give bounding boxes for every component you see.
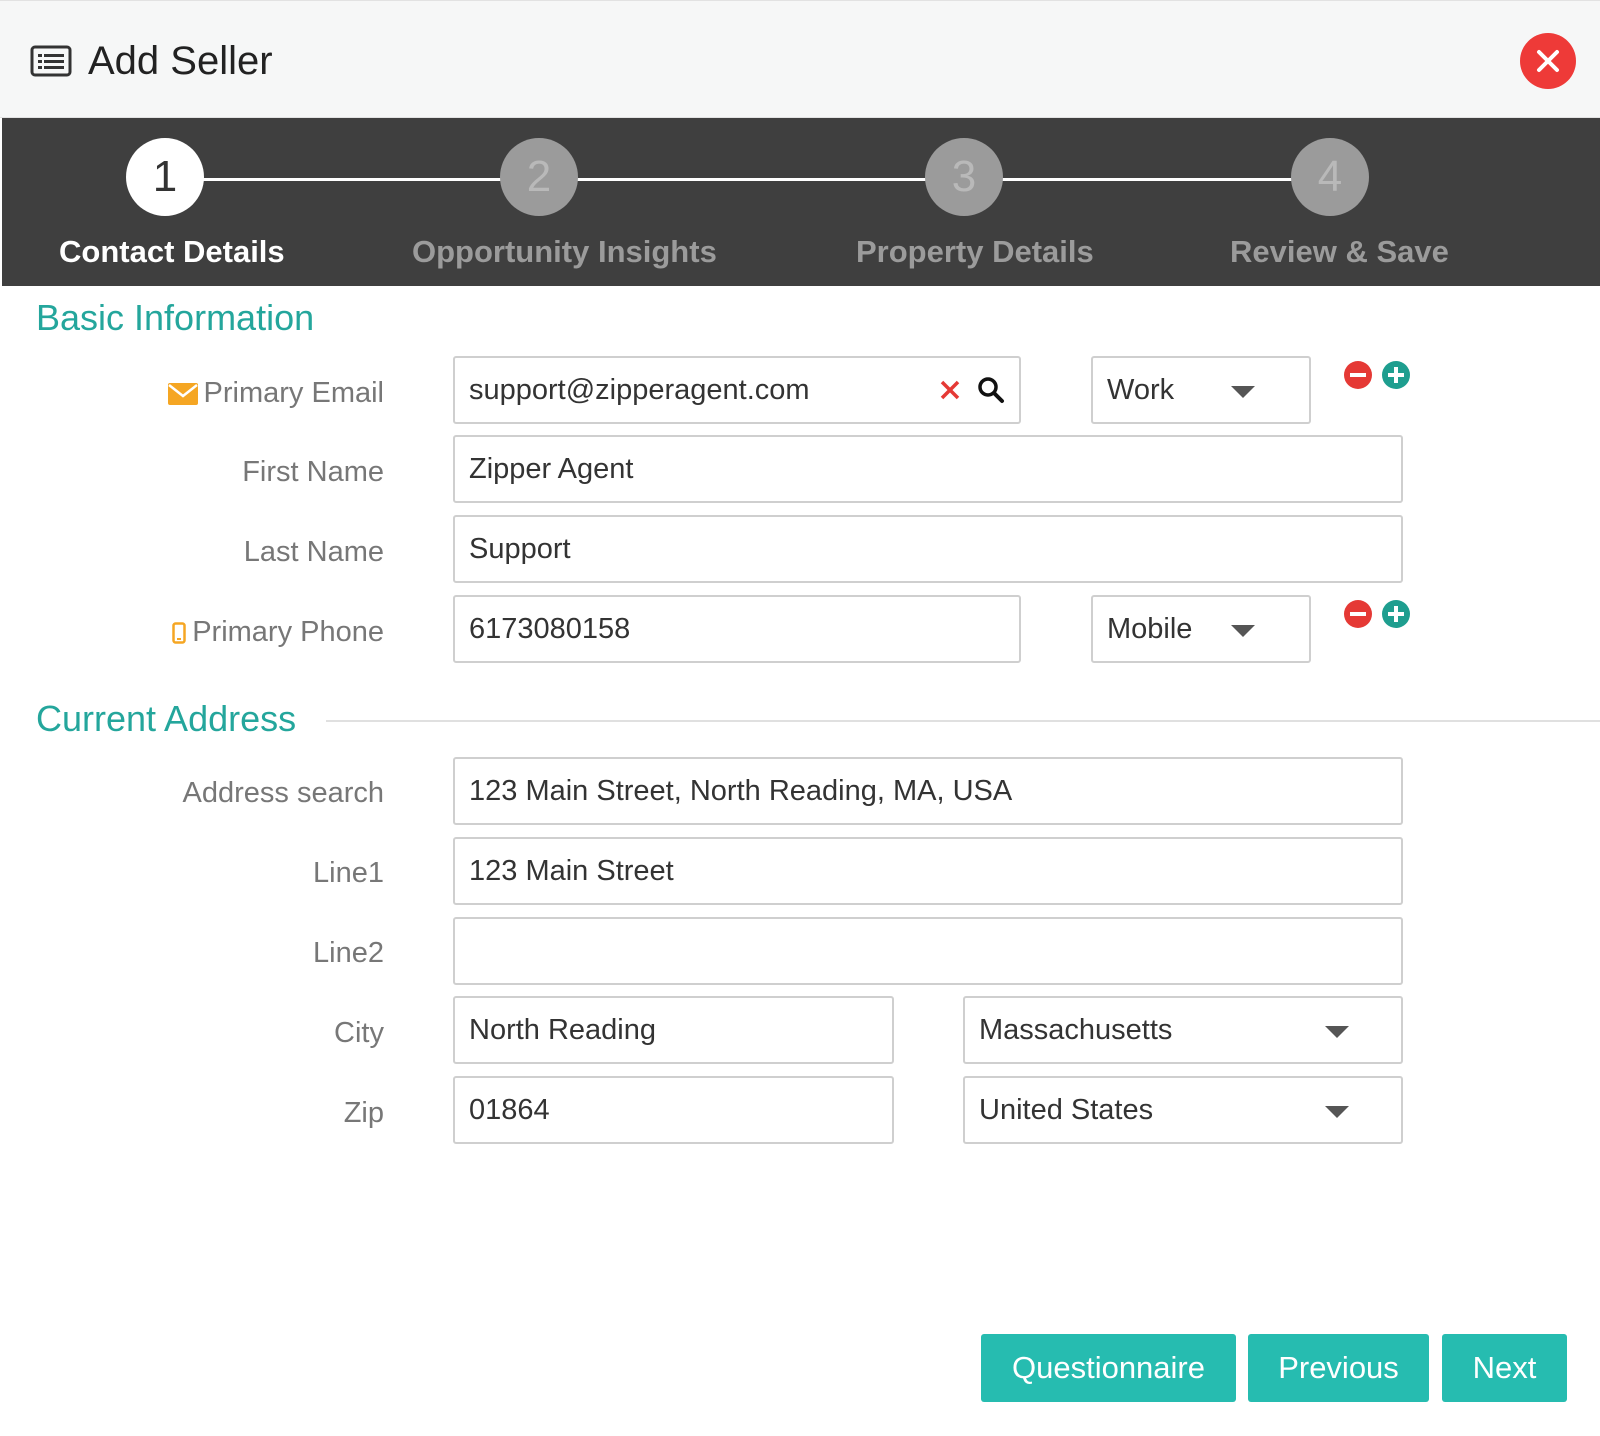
last-name-label: Last Name xyxy=(243,536,384,568)
step-label: Review & Save xyxy=(1230,234,1449,269)
add-phone-button[interactable] xyxy=(1382,600,1410,628)
email-type-value: Work xyxy=(1107,373,1175,406)
mobile-phone-icon xyxy=(172,622,186,645)
line2-label: Line2 xyxy=(313,937,384,969)
primary-phone-label: Primary Phone xyxy=(172,614,384,650)
primary-phone-label-text: Primary Phone xyxy=(192,616,384,648)
address-search-input[interactable]: 123 Main Street, North Reading, MA, USA xyxy=(453,757,1403,825)
step-label: Opportunity Insights xyxy=(412,234,717,269)
list-card-icon xyxy=(30,45,72,77)
primary-email-label: Primary Email xyxy=(167,375,384,411)
current-address-heading: Current Address xyxy=(36,698,297,739)
remove-email-button[interactable] xyxy=(1344,361,1372,389)
clear-icon[interactable] xyxy=(939,379,961,401)
primary-phone-value: 6173080158 xyxy=(469,612,631,645)
step-property-details[interactable]: 3 Property Details xyxy=(802,118,1202,286)
city-label: City xyxy=(334,1017,384,1049)
dialog-header: Add Seller xyxy=(0,0,1600,118)
address-search-value: 123 Main Street, North Reading, MA, USA xyxy=(469,774,1013,807)
address-search-label: Address search xyxy=(182,777,385,809)
step-number: 4 xyxy=(1291,138,1369,216)
primary-phone-input[interactable]: 6173080158 xyxy=(453,595,1021,663)
step-number: 2 xyxy=(500,138,578,216)
next-button[interactable]: Next xyxy=(1442,1334,1567,1402)
phone-type-value: Mobile xyxy=(1107,612,1193,645)
add-email-button[interactable] xyxy=(1382,361,1410,389)
section-divider xyxy=(326,720,1600,722)
previous-button[interactable]: Previous xyxy=(1248,1334,1429,1402)
step-number: 3 xyxy=(925,138,1003,216)
dialog-title: Add Seller xyxy=(88,39,273,83)
zip-value: 01864 xyxy=(469,1093,550,1126)
email-type-select[interactable]: Work xyxy=(1091,356,1311,424)
phone-type-select[interactable]: Mobile xyxy=(1091,595,1311,663)
step-opportunity-insights[interactable]: 2 Opportunity Insights xyxy=(402,118,802,286)
add-seller-dialog: Add Seller 1 Contact Details 2 Opportuni… xyxy=(0,0,1600,1436)
questionnaire-button[interactable]: Questionnaire xyxy=(981,1334,1236,1402)
city-value: North Reading xyxy=(469,1013,656,1046)
wizard-stepper: 1 Contact Details 2 Opportunity Insights… xyxy=(2,118,1600,286)
primary-email-value: support@zipperagent.com xyxy=(469,373,810,406)
close-button[interactable] xyxy=(1520,33,1576,89)
line2-input[interactable] xyxy=(453,917,1403,985)
primary-email-input[interactable]: support@zipperagent.com xyxy=(453,356,1021,424)
step-number: 1 xyxy=(126,138,204,216)
last-name-input[interactable]: Support xyxy=(453,515,1403,583)
first-name-value: Zipper Agent xyxy=(469,452,634,485)
first-name-input[interactable]: Zipper Agent xyxy=(453,435,1403,503)
first-name-label: First Name xyxy=(242,456,384,488)
chevron-down-icon xyxy=(1231,625,1255,637)
state-select[interactable]: Massachusetts xyxy=(963,996,1403,1064)
envelope-icon xyxy=(167,383,198,406)
step-contact-details[interactable]: 1 Contact Details xyxy=(2,118,402,286)
last-name-value: Support xyxy=(469,532,571,565)
primary-email-label-text: Primary Email xyxy=(203,377,384,409)
chevron-down-icon xyxy=(1231,386,1255,398)
line1-value: 123 Main Street xyxy=(469,854,674,887)
zip-label: Zip xyxy=(343,1097,384,1129)
close-icon xyxy=(1537,50,1559,72)
country-select[interactable]: United States xyxy=(963,1076,1403,1144)
remove-phone-button[interactable] xyxy=(1344,600,1372,628)
basic-information-heading: Basic Information xyxy=(36,297,315,338)
city-input[interactable]: North Reading xyxy=(453,996,894,1064)
email-row-actions xyxy=(1344,361,1410,389)
step-label: Property Details xyxy=(856,234,1094,269)
search-icon[interactable] xyxy=(977,376,1005,404)
step-label: Contact Details xyxy=(59,234,285,269)
chevron-down-icon xyxy=(1325,1026,1349,1038)
chevron-down-icon xyxy=(1325,1106,1349,1118)
step-review-save[interactable]: 4 Review & Save xyxy=(1202,118,1600,286)
line1-label: Line1 xyxy=(313,857,384,889)
line1-input[interactable]: 123 Main Street xyxy=(453,837,1403,905)
phone-row-actions xyxy=(1344,600,1410,628)
zip-input[interactable]: 01864 xyxy=(453,1076,894,1144)
